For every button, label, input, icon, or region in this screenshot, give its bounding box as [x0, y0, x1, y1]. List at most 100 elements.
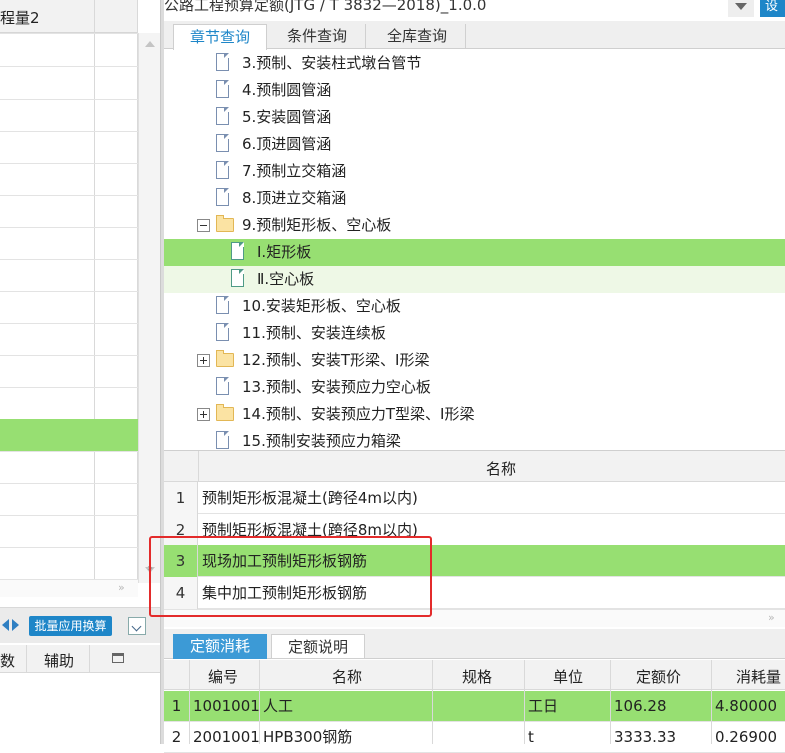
- left-grid-row-line: [0, 259, 138, 260]
- tree-node[interactable]: Ⅱ.空心板: [164, 266, 785, 293]
- left-grid-row-line: [0, 131, 138, 132]
- tree-node[interactable]: 3.预制、安装柱式墩台管节: [164, 50, 785, 77]
- tab-condition-query[interactable]: 条件查询: [269, 24, 366, 48]
- left-bottom-header-1: 辅助: [44, 652, 75, 670]
- tree-node-label: 13.预制、安装预应力空心板: [242, 378, 431, 396]
- tree-node[interactable]: 11.预制、安装连续板: [164, 320, 785, 347]
- tree-node-label: 14.预制、安装预应力T型梁、I形梁: [242, 405, 475, 423]
- tree-node-label: 4.预制圆管涵: [242, 81, 332, 99]
- tab-quota-consumption[interactable]: 定额消耗: [173, 634, 267, 659]
- tree-node-label: 3.预制、安装柱式墩台管节: [242, 54, 422, 72]
- tree-node[interactable]: 8.顶进立交箱涵: [164, 185, 785, 212]
- left-grid-selected-row[interactable]: [0, 419, 138, 451]
- tab-condition-query-label: 条件查询: [286, 27, 347, 45]
- left-toolbar: 批量应用换算: [0, 607, 160, 643]
- tree-node-label: 15.预制安装预应力箱梁: [242, 432, 401, 450]
- tree-node[interactable]: 15.预制安装预应力箱梁: [164, 428, 785, 450]
- col-header-price: 定额价: [636, 668, 682, 686]
- consumption-cell-unit: 工日: [528, 697, 559, 715]
- row-number: 1: [164, 482, 198, 514]
- tab-quota-description[interactable]: 定额说明: [271, 634, 365, 659]
- tree-node-label: 9.预制矩形板、空心板: [242, 216, 392, 234]
- item-name: 预制矩形板混凝土(跨径4m以内): [202, 489, 418, 507]
- collapse-icon[interactable]: [197, 219, 210, 232]
- col-header-name: 名称: [332, 668, 363, 686]
- consumption-cell-qty: 4.80000: [715, 697, 778, 715]
- tab-chapter-query-label: 章节查询: [189, 28, 250, 46]
- scroll-right-icon[interactable]: »: [118, 581, 125, 594]
- consumption-cell-num: 2: [171, 728, 182, 746]
- tree-node[interactable]: 12.预制、安装T形梁、I形梁: [164, 347, 785, 374]
- left-grid-row-line: [0, 547, 138, 548]
- quota-selector[interactable]: 公路工程预算定额(JTG / T 3832—2018)_1.0.0: [164, 0, 756, 17]
- tree-node-label: 8.顶进立交箱涵: [242, 189, 347, 207]
- left-grid-row-line: [0, 227, 138, 228]
- consumption-cell-price: 106.28: [614, 697, 667, 715]
- left-bottom-header: 数 辅助: [0, 645, 160, 673]
- tab-chapter-query[interactable]: 章节查询: [173, 24, 267, 50]
- document-icon: [216, 377, 229, 395]
- tree-node[interactable]: 10.安装矩形板、空心板: [164, 293, 785, 320]
- tree-node[interactable]: Ⅰ.矩形板: [164, 239, 785, 266]
- items-table-header-name: 名称: [486, 460, 517, 478]
- col-header-unit: 单位: [553, 668, 584, 686]
- col-header-code: 编号: [208, 668, 239, 686]
- chapter-tree: 3.预制、安装柱式墩台管节 4.预制圆管涵 5.安装圆管涵 6.顶进圆管涵 7.预制立交…: [164, 50, 785, 450]
- tree-node[interactable]: 6.顶进圆管涵: [164, 131, 785, 158]
- consumption-cell-code: 2001001: [193, 728, 260, 746]
- left-grid-row-line: [0, 99, 138, 100]
- annotation-highlight-box: [149, 536, 432, 617]
- items-table-header: 名称: [164, 451, 785, 482]
- tree-node[interactable]: 13.预制、安装预应力空心板: [164, 374, 785, 401]
- tree-node[interactable]: 14.预制、安装预应力T型梁、I形梁: [164, 401, 785, 428]
- detail-tab-bar: 定额消耗 定额说明: [164, 629, 785, 659]
- col-header-qty: 消耗量: [736, 668, 782, 686]
- left-grid-row-line: [0, 515, 138, 516]
- scroll-up-icon[interactable]: [145, 41, 155, 47]
- quota-selector-value: 公路工程预算定额(JTG / T 3832—2018)_1.0.0: [164, 0, 487, 14]
- left-grid-row-line: [0, 451, 138, 452]
- tree-node[interactable]: 5.安装圆管涵: [164, 104, 785, 131]
- nav-left-icon[interactable]: [2, 619, 9, 631]
- document-icon: [216, 296, 229, 314]
- collapse-button[interactable]: [128, 617, 146, 635]
- batch-apply-button[interactable]: 批量应用换算: [29, 616, 112, 636]
- expand-icon[interactable]: [197, 354, 210, 367]
- folder-icon: [216, 350, 234, 367]
- tab-quota-description-label: 定额说明: [287, 638, 348, 656]
- consumption-cell-code: 1001001: [193, 697, 260, 715]
- tab-all-query[interactable]: 全库查询: [369, 24, 466, 48]
- scroll-right-icon[interactable]: »: [768, 611, 775, 624]
- document-icon: [231, 269, 244, 287]
- settings-button[interactable]: 设: [760, 0, 785, 17]
- document-icon: [216, 188, 229, 206]
- left-grid-row-line: [0, 291, 138, 292]
- left-grid-row-line: [0, 195, 138, 196]
- left-grid-vscrollbar[interactable]: [138, 33, 160, 583]
- tree-node[interactable]: 9.预制矩形板、空心板: [164, 212, 785, 239]
- table-row[interactable]: 1 预制矩形板混凝土(跨径4m以内): [164, 482, 785, 514]
- tree-node[interactable]: 7.预制立交箱涵: [164, 158, 785, 185]
- consumption-cell-num: 1: [171, 697, 182, 715]
- quota-dropdown-button[interactable]: [728, 0, 754, 17]
- expand-icon[interactable]: [197, 408, 210, 421]
- chevron-down-icon: [735, 3, 747, 10]
- left-grid-header: 程量2: [0, 0, 138, 33]
- left-bottom-header-0: 数: [0, 652, 16, 670]
- tree-node-label: 6.顶进圆管涵: [242, 135, 332, 153]
- consumption-cell-unit: t: [528, 728, 534, 746]
- nav-right-icon[interactable]: [12, 619, 19, 631]
- consumption-cell-name: 人工: [263, 697, 294, 715]
- settings-button-label: 设: [765, 0, 779, 14]
- consumption-table: 编号 名称 规格 单位 定额价 消耗量 1 1001001 人工 工日 106.28 4.…: [164, 660, 785, 753]
- window-restore-icon[interactable]: [112, 653, 124, 663]
- left-grid-hscrollbar[interactable]: »: [0, 579, 138, 597]
- left-grid-row-line: [0, 33, 138, 34]
- left-pane: 程量2 » 批量应用换算 数 辅助: [0, 0, 160, 744]
- table-row[interactable]: 1 1001001 人工 工日 106.28 4.80000: [164, 691, 785, 722]
- col-header-spec: 规格: [462, 668, 493, 686]
- tree-node-label: 10.安装矩形板、空心板: [242, 297, 401, 315]
- tree-node[interactable]: 4.预制圆管涵: [164, 77, 785, 104]
- table-row[interactable]: 2 2001001 HPB300钢筋 t 3333.33 0.26900: [164, 722, 785, 753]
- folder-open-icon: [216, 215, 234, 232]
